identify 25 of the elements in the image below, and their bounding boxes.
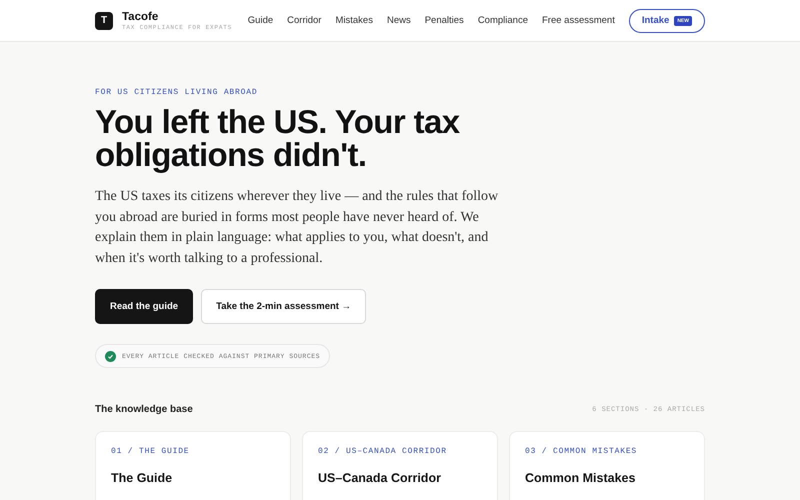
brand-name: Tacofe bbox=[122, 10, 160, 22]
assessment-button[interactable]: Take the 2-min assessment → bbox=[201, 289, 366, 324]
section-card[interactable]: 03 / COMMON MISTAKES Common Mistakes bbox=[509, 431, 705, 500]
hero-eyebrow: FOR US CITIZENS LIVING ABROAD bbox=[95, 88, 258, 97]
card-title: The Guide bbox=[111, 471, 174, 486]
nav-link[interactable]: Corridor bbox=[287, 15, 322, 26]
card-eyebrow: 02 / US–CANADA CORRIDOR bbox=[318, 447, 448, 456]
section-card[interactable]: 02 / US–CANADA CORRIDOR US–Canada Corridor bbox=[302, 431, 498, 500]
section-card[interactable]: 01 / THE GUIDE The Guide bbox=[95, 431, 291, 500]
section-title: The knowledge base bbox=[95, 404, 193, 416]
check-icon bbox=[105, 350, 116, 362]
logo-icon: T bbox=[95, 12, 113, 30]
nav-link[interactable]: Guide bbox=[248, 15, 274, 26]
nav-link[interactable]: News bbox=[386, 15, 411, 26]
nav-link[interactable]: Compliance bbox=[478, 15, 528, 26]
hero-title: You left the US. Your tax obligations didn't. bbox=[95, 105, 461, 171]
card-eyebrow: 03 / COMMON MISTAKES bbox=[525, 447, 638, 456]
read-guide-button[interactable]: Read the guide bbox=[95, 289, 194, 324]
nav-link[interactable]: Penalties bbox=[424, 15, 464, 26]
hero-description: The US taxes its citizens wherever they live — and the rules that follow you abroad are buried in forms most people have never heard of. We explain them in plain language: what applies to you, what doesn't, and when it's worth talking to a professional. bbox=[95, 188, 500, 268]
card-title: US–Canada Corridor bbox=[318, 471, 442, 486]
nav-link[interactable]: Mistakes bbox=[335, 15, 373, 26]
nav-link[interactable]: Free assessment bbox=[542, 15, 615, 26]
card-eyebrow: 01 / THE GUIDE bbox=[111, 447, 190, 456]
card-title: Common Mistakes bbox=[525, 471, 636, 486]
